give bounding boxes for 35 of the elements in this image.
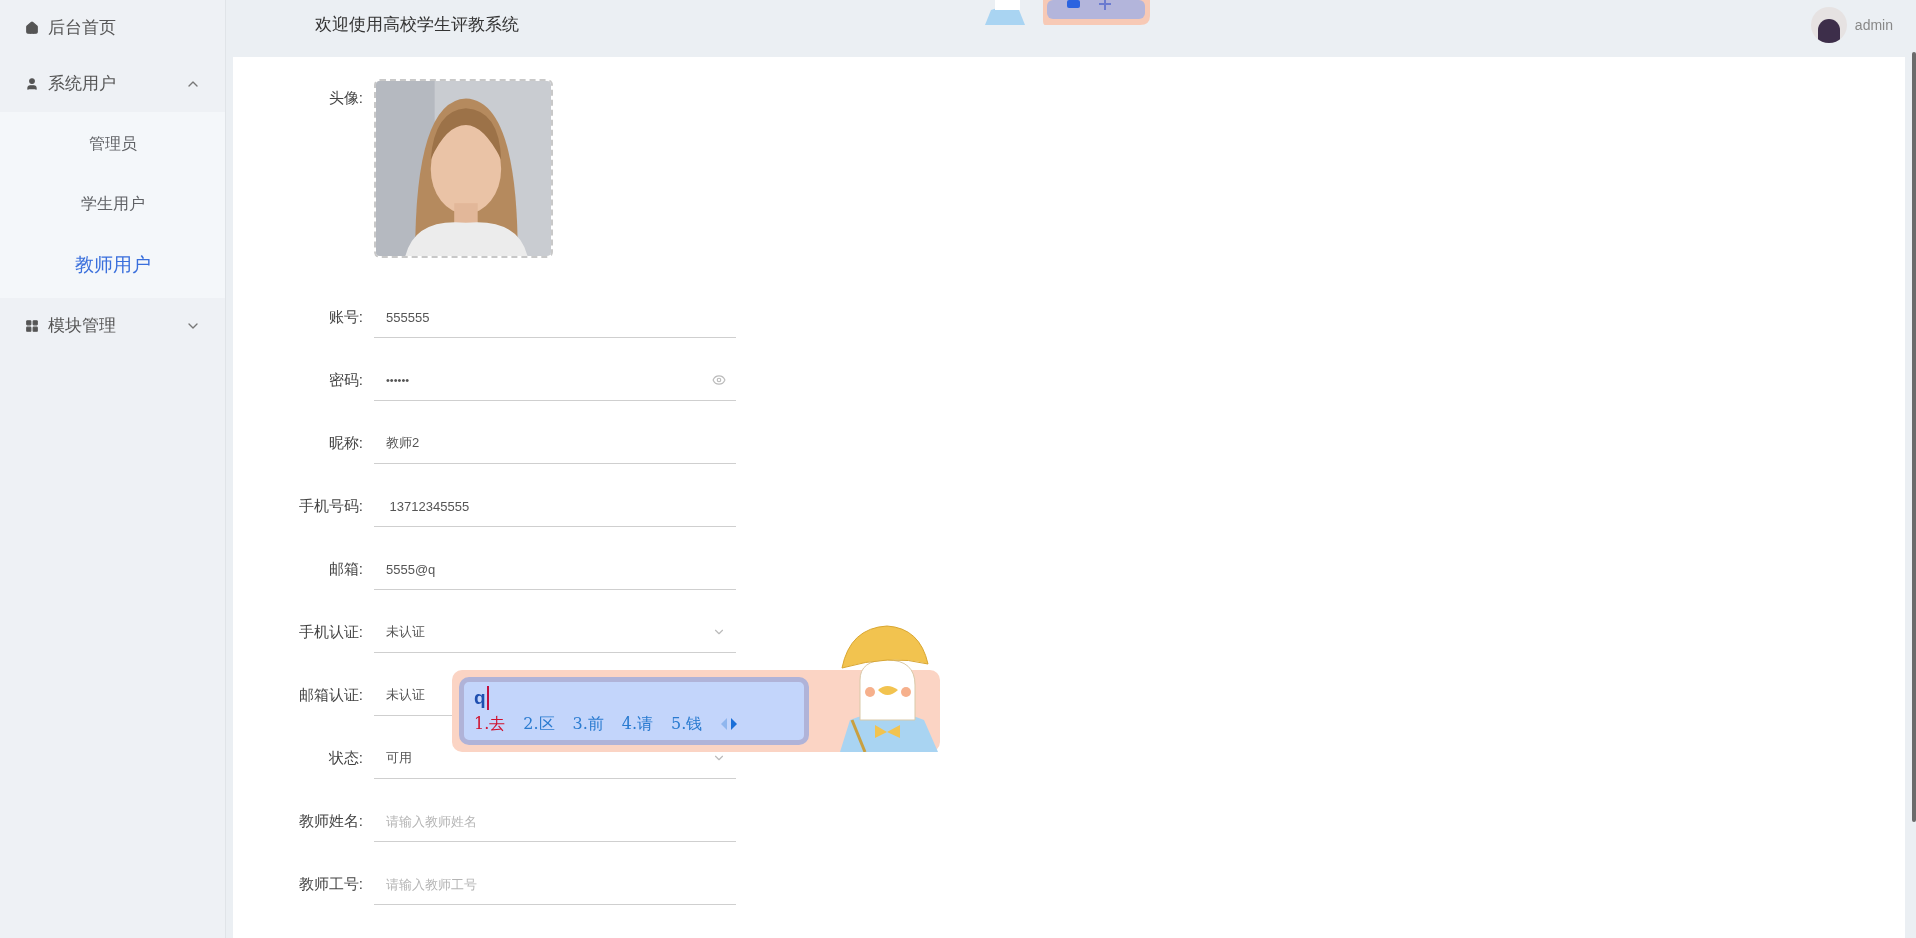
home-icon	[25, 21, 39, 35]
form-label: 邮箱认证:	[297, 685, 364, 706]
grid-icon	[25, 319, 39, 333]
form-label: 手机号码:	[297, 496, 364, 517]
form-label: 昵称:	[327, 433, 364, 454]
ime-input-text: q	[474, 686, 489, 710]
input-field[interactable]: 教师2	[374, 423, 736, 464]
form-label: 账号:	[327, 307, 364, 328]
form-label: 邮箱:	[327, 559, 364, 580]
select-field[interactable]: 未认证	[374, 612, 736, 653]
sidebar-menu-item[interactable]: 后台首页	[0, 0, 225, 56]
eye-icon[interactable]	[712, 373, 726, 387]
sidebar-menu-item[interactable]: 系统用户	[0, 56, 225, 112]
password-field[interactable]: ••••••	[374, 360, 736, 401]
form-label: 教师姓名:	[297, 811, 364, 832]
submenu-item[interactable]: 学生用户	[0, 174, 225, 234]
input-field[interactable]: 555555	[374, 297, 736, 338]
input-field[interactable]: 请输入教师姓名	[374, 801, 736, 842]
submenu-item[interactable]: 教师用户	[0, 234, 225, 296]
sidebar-menu-item[interactable]: 模块管理	[0, 298, 225, 354]
form-label: 头像:	[327, 88, 364, 108]
form-label: 教师工号:	[297, 874, 364, 895]
input-field[interactable]: 5555@q	[374, 549, 736, 590]
form-label: 手机认证:	[297, 622, 364, 643]
submenu-item[interactable]: 管理员	[0, 114, 225, 174]
user-icon	[25, 77, 39, 91]
input-field[interactable]: 13712345555	[374, 486, 736, 527]
avatar-icon[interactable]	[1810, 7, 1847, 43]
page-arrows-icon[interactable]	[720, 717, 739, 731]
form-label: 状态:	[327, 748, 364, 769]
input-field[interactable]: 请输入教师工号	[374, 864, 736, 905]
form-label: 密码:	[327, 370, 364, 391]
ime-candidate[interactable]: 1.去	[474, 712, 506, 736]
page-title: 欢迎使用高校学生评教系统	[315, 14, 519, 37]
scrollbar-thumb[interactable]	[1912, 52, 1916, 822]
